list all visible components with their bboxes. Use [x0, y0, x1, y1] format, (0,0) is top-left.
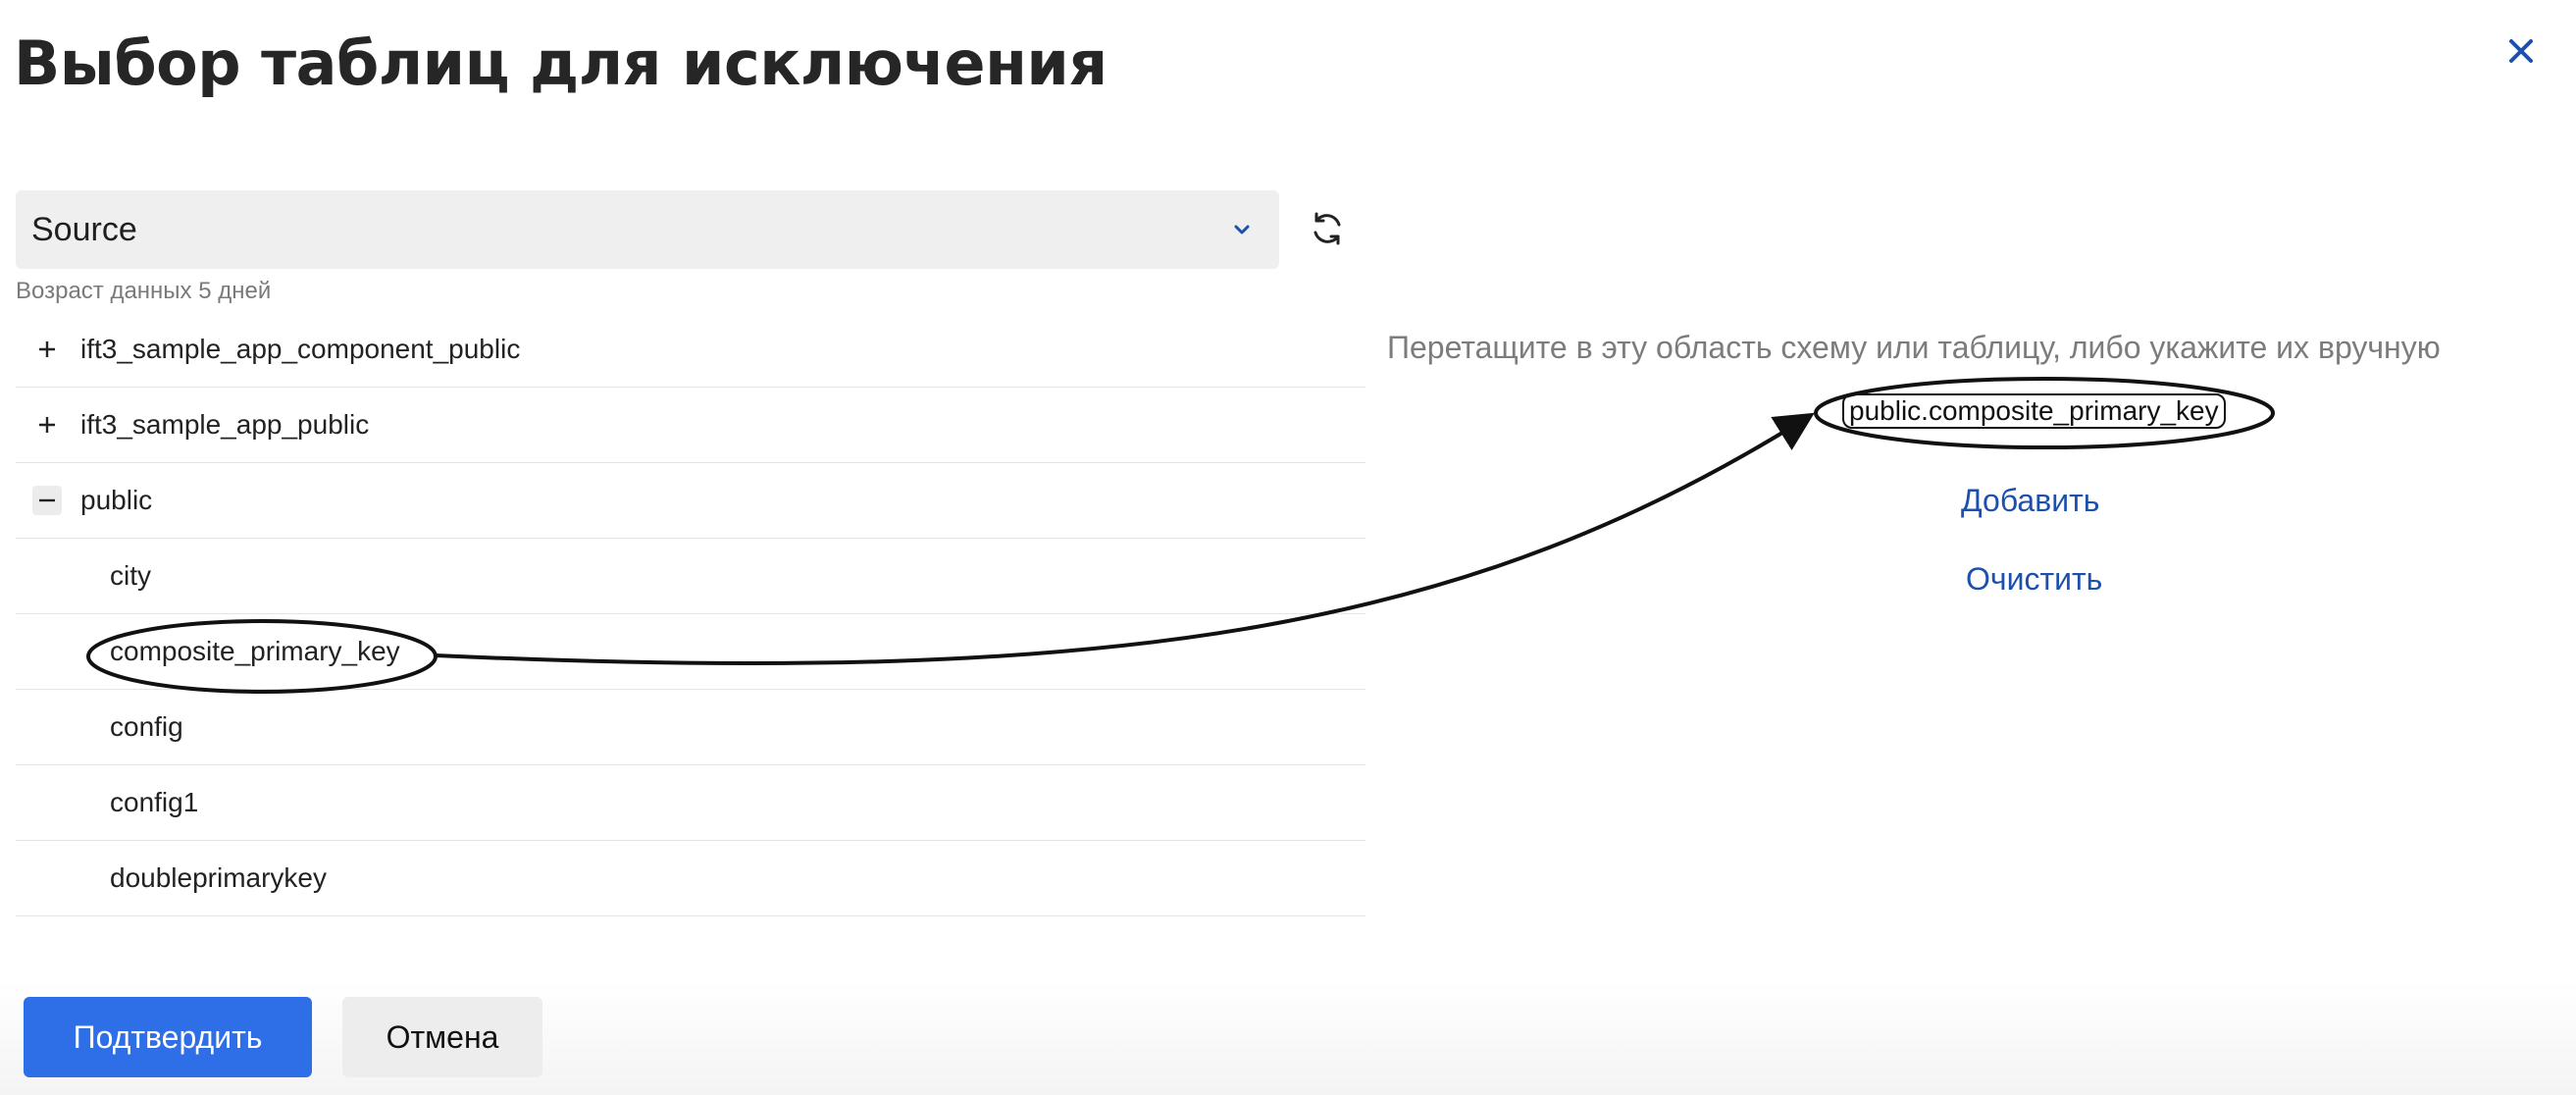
tree-row-label: config	[110, 711, 183, 742]
tree-row-label: public	[80, 485, 153, 515]
tree-row-schema[interactable]: public	[16, 463, 1365, 539]
tree-row-label: composite_primary_key	[110, 636, 400, 666]
confirm-button[interactable]: Подтвердить	[24, 997, 312, 1077]
tree-row-table[interactable]: doubleprimarykey	[16, 841, 1365, 916]
tree-row-table[interactable]: composite_primary_key	[16, 614, 1365, 690]
tree-row-label: doubleprimarykey	[110, 862, 327, 893]
minus-icon[interactable]	[32, 486, 62, 515]
close-button[interactable]	[2499, 29, 2543, 73]
plus-icon[interactable]	[32, 335, 62, 364]
drop-zone-hint: Перетащите в эту область схему или табли…	[1387, 330, 2441, 365]
tree-row-label: ift3_sample_app_public	[80, 409, 370, 440]
tree-row-label: city	[110, 560, 151, 591]
refresh-icon	[1314, 212, 1341, 245]
tree-row-schema[interactable]: ift3_sample_app_public	[16, 388, 1365, 463]
tree-row-table[interactable]: config1	[16, 765, 1365, 841]
data-age-note: Возраст данных 5 дней	[16, 278, 272, 304]
schema-tree: ift3_sample_app_component_public ift3_sa…	[16, 312, 1365, 916]
cancel-button[interactable]: Отмена	[342, 997, 542, 1077]
clear-button[interactable]: Очистить	[1966, 561, 2102, 598]
tree-row-label: config1	[110, 787, 199, 817]
excluded-table-entry[interactable]: public.composite_primary_key	[1842, 393, 2226, 429]
source-select[interactable]: Source	[16, 190, 1279, 269]
refresh-button[interactable]	[1306, 207, 1349, 250]
tree-row-label: ift3_sample_app_component_public	[80, 334, 521, 364]
tree-row-schema[interactable]: ift3_sample_app_component_public	[16, 312, 1365, 388]
add-button[interactable]: Добавить	[1961, 483, 2099, 519]
tree-row-table[interactable]: config	[16, 690, 1365, 765]
chevron-down-icon	[1234, 225, 1250, 235]
plus-icon[interactable]	[32, 410, 62, 440]
source-select-value: Source	[31, 210, 137, 248]
close-icon	[2509, 39, 2533, 63]
dialog-title: Выбор таблиц для исключения	[14, 27, 1108, 99]
tree-row-table[interactable]: city	[16, 539, 1365, 614]
